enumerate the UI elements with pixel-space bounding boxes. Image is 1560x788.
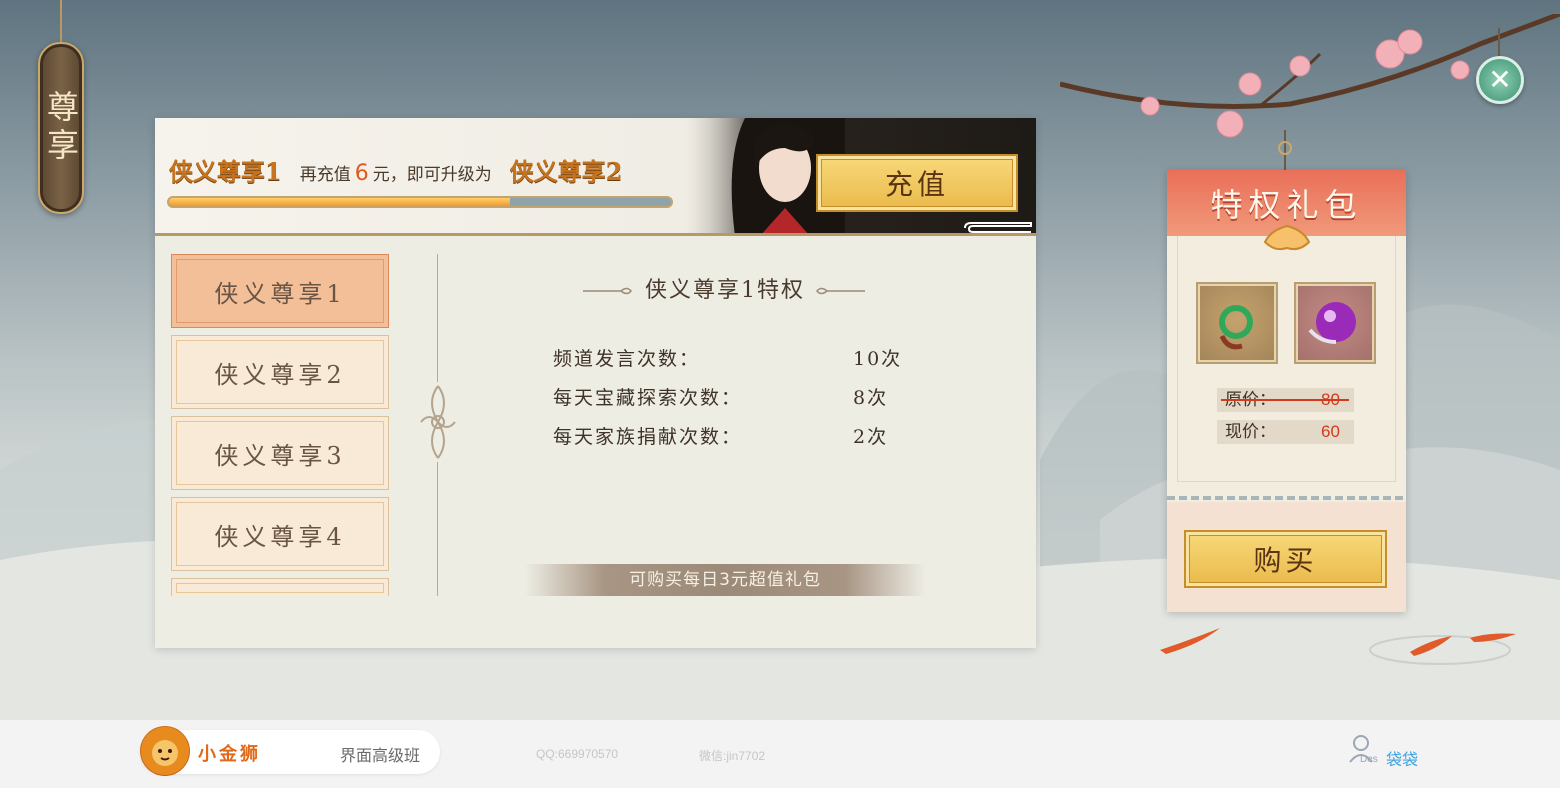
message-suffix: 元，即可升级为 — [372, 165, 492, 185]
qq-contact: QQ:669970570 — [536, 747, 619, 761]
purple-orb-icon — [1308, 302, 1356, 344]
tab-level-next-partial[interactable] — [171, 578, 389, 596]
perk-value: 2次 — [853, 426, 889, 448]
current-price-row: 现价： 60 — [1217, 420, 1354, 444]
side-tag[interactable]: 尊享 — [38, 42, 84, 214]
side-tag-label: 尊享 — [42, 90, 80, 166]
course-label: 界面高级班 — [340, 748, 421, 765]
privilege-gift-card: 特权礼包 原价： 80 现价： 60 购买 — [1167, 170, 1406, 612]
tab-label: 侠义尊享2 — [214, 360, 346, 389]
tab-level-4[interactable]: 侠义尊享4 — [171, 497, 389, 571]
knot-ornament-icon — [415, 382, 461, 462]
user-sub-label: Des — [1360, 754, 1378, 765]
tab-level-1[interactable]: 侠义尊享1 — [171, 254, 389, 328]
original-price-row: 原价： 80 — [1217, 388, 1354, 412]
tab-label: 侠义尊享4 — [214, 522, 346, 551]
perk-label: 每天宝藏探索次数： — [553, 387, 743, 409]
perk-value: 10次 — [853, 348, 903, 370]
koi-fish-decoration — [1160, 628, 1516, 665]
message-prefix: 再充值 — [299, 165, 351, 185]
tab-label: 侠义尊享3 — [214, 441, 346, 470]
perk-row: 每天宝藏探索次数： 8次 — [553, 383, 913, 411]
wechat-contact: 微信:jin7702 — [699, 749, 766, 763]
upgrade-message: 侠义尊享1 再充值 6 元，即可升级为 侠义尊享2 — [169, 152, 622, 187]
tab-label: 侠义尊享1 — [214, 279, 346, 308]
perk-label: 每天家族捐献次数： — [553, 426, 743, 448]
close-button[interactable]: ✕ — [1476, 56, 1524, 104]
progress-fill — [169, 198, 511, 206]
gift-item-slot[interactable] — [1196, 282, 1278, 364]
level-progress-bar — [167, 196, 673, 208]
perk-row: 每天家族捐献次数： 2次 — [553, 422, 913, 450]
tab-level-3[interactable]: 侠义尊享3 — [171, 416, 389, 490]
perk-value: 8次 — [853, 387, 889, 409]
vip-panel: 侠义尊享1 再充值 6 元，即可升级为 侠义尊享2 充值 侠义尊享1 侠义尊享2… — [155, 118, 1036, 648]
gift-item-slot[interactable] — [1294, 282, 1376, 364]
title-ornament-right-icon — [816, 287, 865, 295]
current-price-value: 60 — [1321, 422, 1340, 441]
recharge-button[interactable]: 充值 — [816, 154, 1018, 212]
daily-pack-note: 可购买每日3元超值礼包 — [525, 564, 925, 596]
recharge-amount: 6 — [354, 161, 369, 186]
current-price-label: 现价： — [1225, 422, 1276, 442]
level-tabs: 侠义尊享1 侠义尊享2 侠义尊享3 侠义尊享4 — [171, 254, 391, 596]
vip-header: 侠义尊享1 再充值 6 元，即可升级为 侠义尊享2 充值 — [155, 118, 1036, 236]
strikethrough-line — [1221, 399, 1349, 401]
tab-level-2[interactable]: 侠义尊享2 — [171, 335, 389, 409]
buy-button[interactable]: 购买 — [1184, 530, 1387, 588]
close-string — [1498, 28, 1500, 58]
hanging-hook-icon — [1278, 130, 1292, 174]
current-level-label: 侠义尊享1 — [169, 157, 282, 186]
tag-string — [60, 0, 62, 44]
lion-logo-icon — [140, 726, 190, 776]
jade-pendant-icon — [1219, 305, 1253, 350]
cloud-ornament-icon — [964, 222, 1032, 233]
close-icon: ✕ — [1488, 63, 1512, 96]
brand-name: 小金狮 — [198, 744, 261, 764]
perk-row: 频道发言次数： 10次 — [553, 344, 913, 372]
perk-label: 频道发言次数： — [553, 348, 701, 370]
bottom-bar: 小金狮 界面高级班 QQ:669970570 微信:jin7702 Des 袋袋 — [0, 720, 1560, 788]
dashed-separator — [1167, 496, 1406, 500]
user-name[interactable]: 袋袋 — [1386, 746, 1418, 770]
next-level-label: 侠义尊享2 — [509, 157, 623, 186]
